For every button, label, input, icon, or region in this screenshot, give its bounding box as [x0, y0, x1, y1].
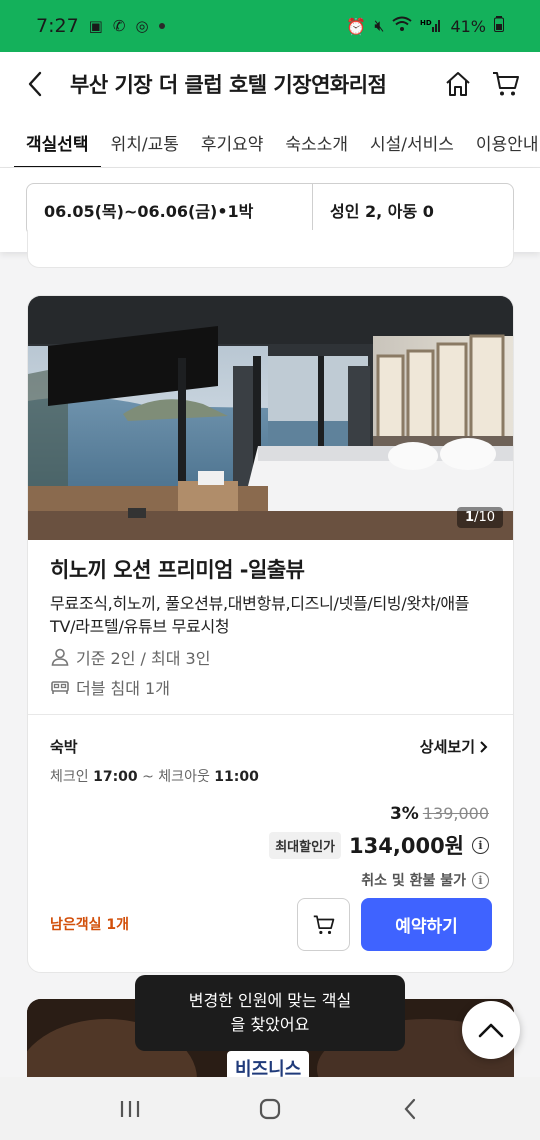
room-info: 히노끼 오션 프리미엄 -일출뷰 무료조식,히노끼, 풀오션뷰,대변항뷰,디즈니… [28, 540, 513, 698]
page-title: 부산 기장 더 클럽 호텔 기장연화리점 [70, 73, 387, 97]
system-nav-bar [0, 1077, 540, 1140]
room-name: 히노끼 오션 프리미엄 -일출뷰 [50, 558, 305, 582]
cart-button[interactable] [482, 52, 530, 116]
bed-icon [51, 681, 69, 694]
max-discount-badge: 최대할인가 [269, 831, 342, 859]
chevron-right-icon [480, 740, 488, 753]
final-price: 134,000원 [349, 834, 464, 858]
add-to-cart-button[interactable] [297, 898, 350, 951]
room-photo[interactable]: 1/10 [28, 296, 513, 540]
toast-message: 변경한 인원에 맞는 객실 을 찾았어요 [135, 975, 405, 1051]
scroll-top-button[interactable] [462, 1001, 520, 1059]
svg-text:HD: HD [420, 19, 432, 27]
tab-bar: 객실선택 위치/교통 후기요약 숙소소개 시설/서비스 이용안내 [0, 116, 540, 168]
phone-icon: ✆ [112, 17, 126, 35]
battery-percent: 41% [450, 16, 486, 36]
stay-type: 숙박 [50, 738, 78, 756]
status-time: 7:27 [36, 15, 79, 37]
capacity-text: 기준 2인 / 최대 3인 [76, 649, 211, 668]
signal-icon: HD [420, 17, 442, 36]
toast-line-2: 을 찾았어요 [230, 1015, 310, 1034]
recent-apps-button[interactable] [100, 1079, 160, 1139]
back-nav-button[interactable] [380, 1079, 440, 1139]
previous-room-card [27, 230, 514, 268]
alarm-icon: ⏰ [346, 16, 367, 36]
app-header: 부산 기장 더 클럽 호텔 기장연화리점 [0, 52, 540, 116]
search-box: 06.05(목)~06.06(금)•1박 성인 2, 아동 0 [26, 183, 514, 236]
refund-policy: 취소 및 환불 불가 [361, 873, 466, 889]
price-block: 3% 139,000 최대할인가 134,000원 i 취소 및 환불 불가 i [269, 804, 489, 890]
original-price: 139,000 [422, 804, 489, 823]
toast-line-1: 변경한 인원에 맞는 객실 [188, 991, 352, 1010]
instagram-icon: ◎ [135, 17, 149, 35]
home-button[interactable] [434, 52, 482, 116]
status-bar: 7:27 ▣ ✆ ◎ ⏰ 🔇︎ HD 41% [0, 0, 540, 52]
home-circle-icon [259, 1098, 281, 1119]
bed-text: 더블 침대 1개 [76, 679, 170, 698]
rooms-left: 남은객실 1개 [50, 917, 130, 933]
detail-link[interactable]: 상세보기 [420, 736, 489, 757]
tab-introduction[interactable]: 숙소소개 [285, 116, 348, 168]
tab-facilities[interactable]: 시설/서비스 [370, 116, 454, 168]
back-icon [28, 71, 42, 97]
price-info-icon[interactable]: i [472, 836, 489, 854]
room-photo-image [28, 296, 513, 540]
back-button[interactable] [0, 52, 70, 116]
card-divider [28, 714, 513, 715]
room-card: 1/10 히노끼 오션 프리미엄 -일출뷰 무료조식,히노끼, 풀오션뷰,대변항… [27, 295, 514, 973]
discount-rate: 3% [389, 804, 419, 824]
room-description: 무료조식,히노끼, 풀오션뷰,대변항뷰,디즈니/넷플/티빙/왓챠/애플TV/라프… [50, 594, 470, 636]
tab-review-summary[interactable]: 후기요약 [201, 116, 264, 168]
recent-apps-icon [120, 1100, 140, 1117]
guest-selector[interactable]: 성인 2, 아동 0 [313, 184, 513, 235]
person-icon [51, 648, 69, 666]
mute-icon: 🔇︎ [374, 16, 385, 35]
cart-icon [493, 72, 519, 96]
photo-counter: 1/10 [457, 507, 503, 528]
reserve-button[interactable]: 예약하기 [361, 898, 492, 951]
tab-room-select[interactable]: 객실선택 [14, 116, 101, 168]
back-chevron-icon [404, 1098, 416, 1119]
chevron-up-icon [478, 1023, 504, 1038]
stay-row: 숙박 상세보기 [50, 736, 489, 757]
wifi-icon [392, 16, 413, 36]
home-icon [446, 72, 470, 96]
refund-info-icon[interactable]: i [472, 871, 489, 889]
checkin-info: 체크인 17:00 ~ 체크아웃 11:00 [50, 769, 259, 785]
room-capacity: 기준 2인 / 최대 3인 [50, 646, 491, 668]
detail-link-label: 상세보기 [419, 738, 475, 756]
tab-usage-info[interactable]: 이용안내 [476, 116, 539, 168]
tab-location[interactable]: 위치/교통 [111, 116, 179, 168]
gallery-icon: ▣ [88, 17, 103, 35]
cart-icon [313, 914, 334, 934]
home-nav-button[interactable] [240, 1079, 300, 1139]
room-bed: 더블 침대 1개 [50, 676, 491, 698]
date-selector[interactable]: 06.05(목)~06.06(금)•1박 [27, 184, 313, 235]
battery-icon [494, 16, 504, 36]
notification-dot-icon [158, 23, 165, 29]
